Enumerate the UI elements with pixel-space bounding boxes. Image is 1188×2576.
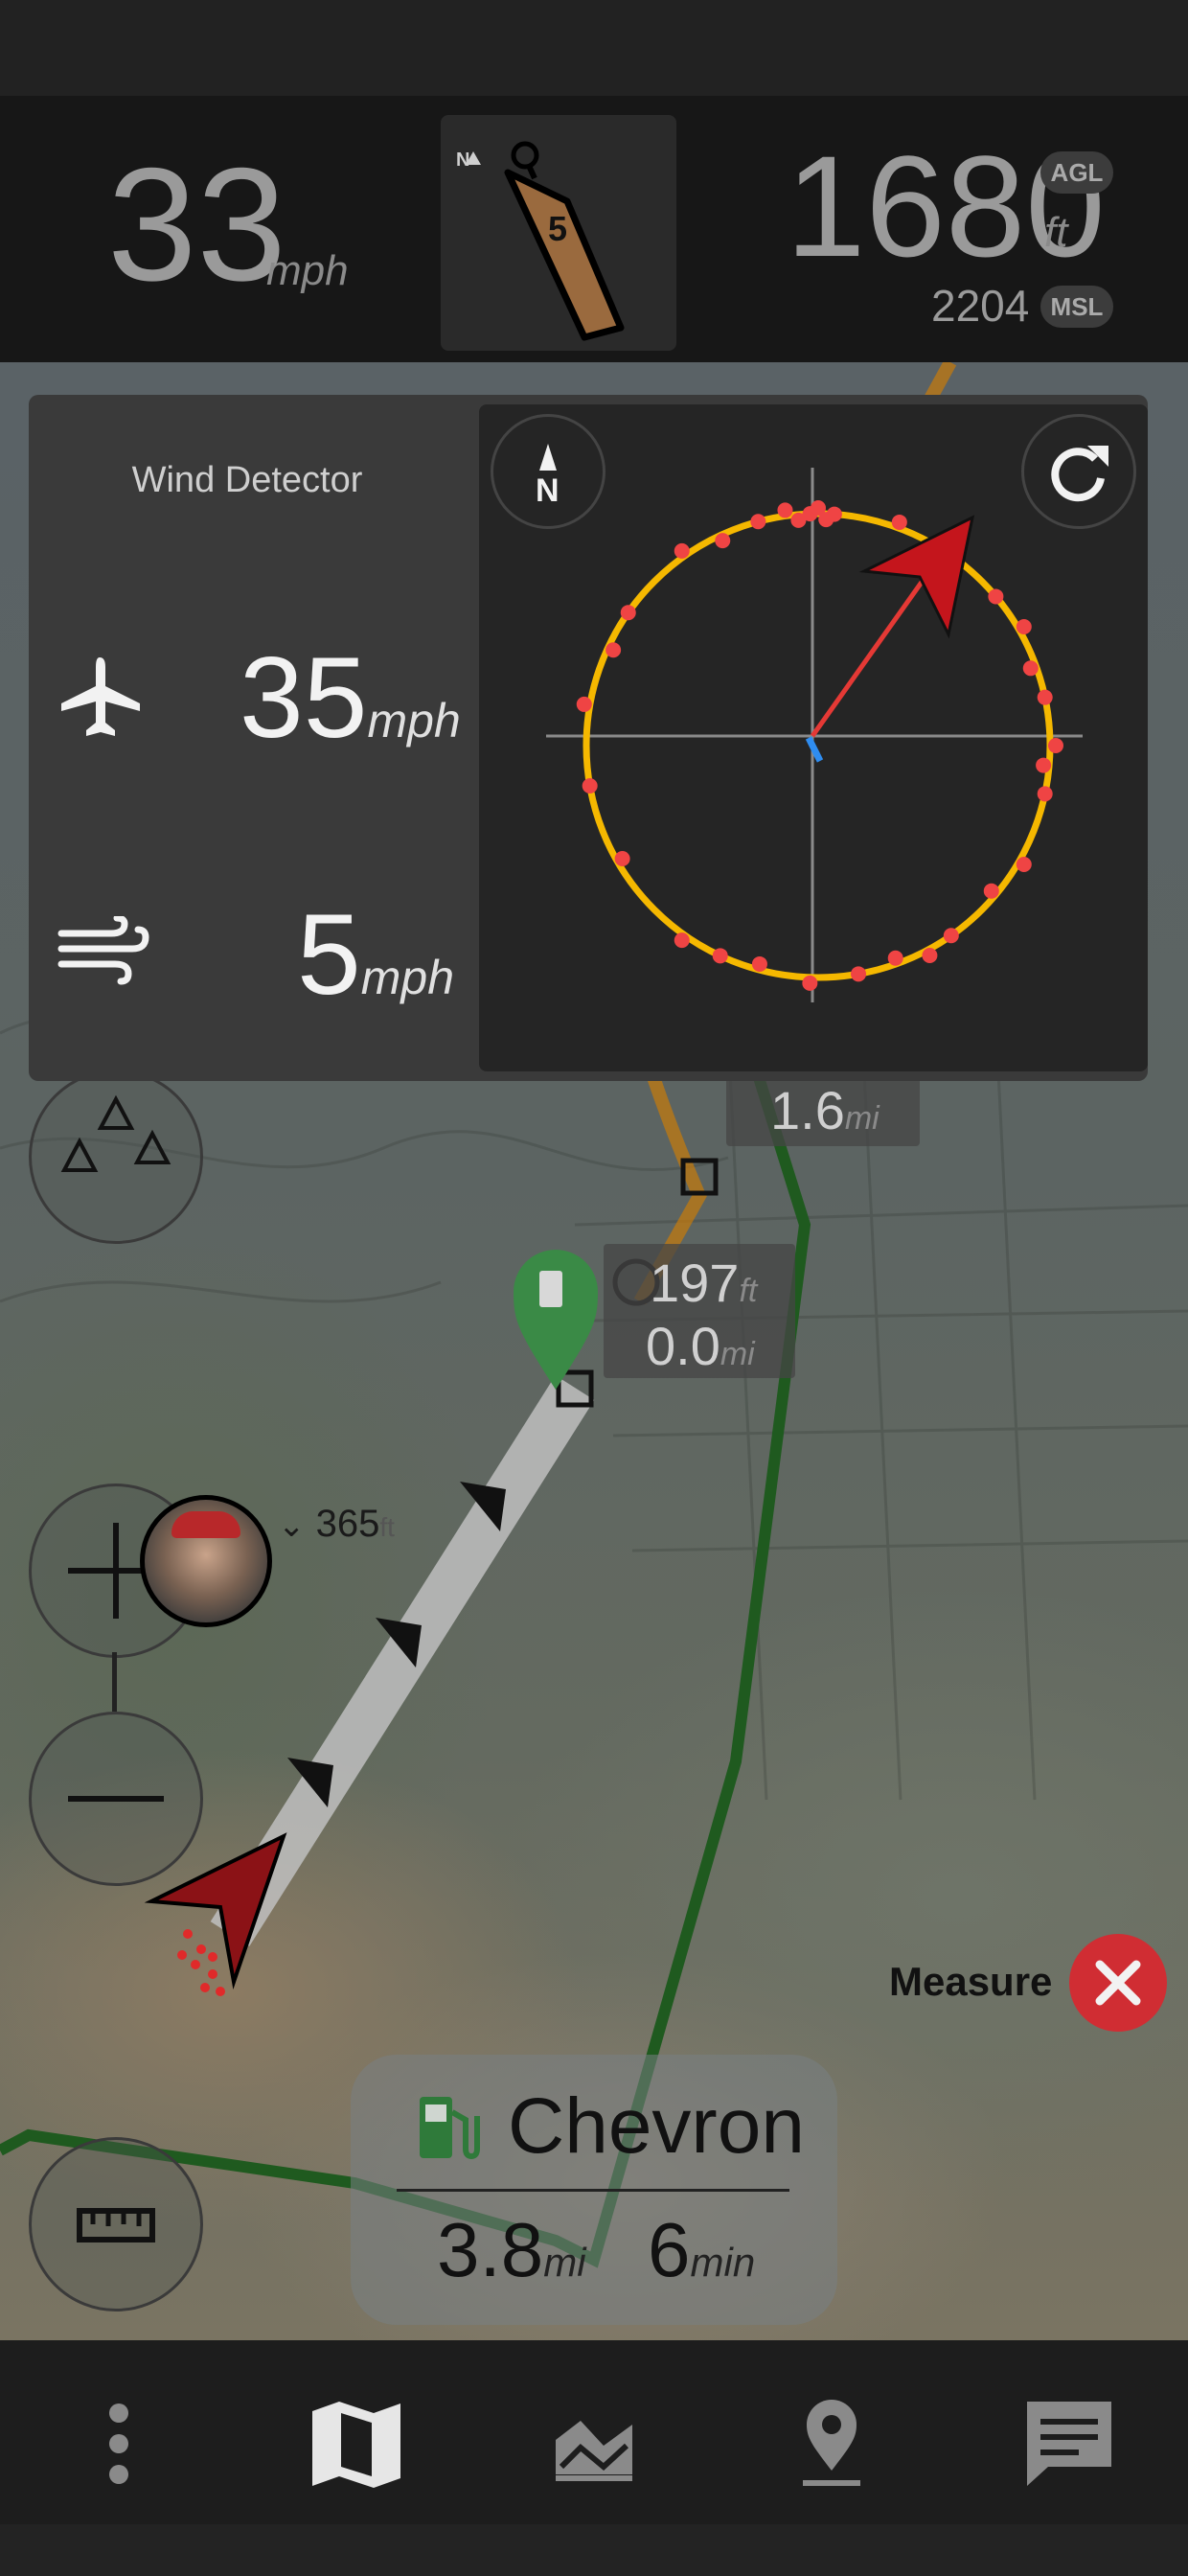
wind-sample-point [674, 542, 690, 559]
mountain-chart-icon [556, 2421, 632, 2481]
pilot-avatar[interactable] [140, 1495, 272, 1627]
wind-sample-point [1037, 689, 1053, 705]
nav-waypoints[interactable] [774, 2386, 889, 2501]
wind-sample-point [802, 975, 818, 991]
wind-sample-point [988, 588, 1004, 605]
wind-sample-point [582, 778, 598, 794]
measure-close-button[interactable] [1069, 1934, 1167, 2032]
altitude-msl-value: 2204 [931, 281, 1030, 331]
wind-sample-point [826, 506, 842, 522]
wind-sample-point [777, 502, 793, 518]
destination-time: 6 [648, 2207, 691, 2292]
fuel-icon [420, 2097, 480, 2160]
reset-wind-button[interactable] [1021, 414, 1136, 529]
wind-sample-point [922, 947, 938, 963]
wind-sample-point [1016, 619, 1032, 634]
nav-altitude-profile[interactable] [537, 2386, 651, 2501]
gesture-bar [0, 2524, 1188, 2576]
waypoint-alt: 197 [650, 1253, 740, 1313]
wind-sample-point [1036, 757, 1052, 773]
wind-sample-point [887, 950, 903, 966]
airspeed-value: 35 [240, 633, 368, 762]
windspeed-value: 5 [297, 890, 361, 1019]
waypoint-dist: 0.0 [646, 1316, 720, 1376]
thermals-icon [60, 1094, 171, 1172]
pilot-altitude: 365 [315, 1503, 380, 1545]
destination-distance: 3.8 [437, 2207, 544, 2292]
destination-time-unit: min [690, 2240, 756, 2285]
wind-sample-point [1016, 857, 1032, 872]
waypoint-alt-unit: ft [739, 1273, 758, 1309]
windspeed-unit: mph [360, 951, 455, 1004]
wind-sample-point [715, 533, 731, 549]
compass-north-button[interactable]: N [491, 414, 605, 529]
waypoint-label: 197ft 0.0mi [604, 1244, 795, 1378]
windsock-widget[interactable]: N 5 [441, 115, 676, 351]
wind-detector-title: Wind Detector [131, 460, 363, 500]
ground-speed-unit: mph [266, 247, 349, 294]
wind-sample-point [1022, 660, 1039, 677]
location-pin-icon [803, 2400, 860, 2486]
destination-divider [397, 2189, 789, 2192]
helmet-shape [171, 1511, 240, 1538]
refresh-icon [1051, 446, 1108, 502]
chevron-down-icon: ⌄ [278, 1507, 306, 1544]
altitude-unit: ft [1044, 209, 1068, 256]
waypoint-top-dist-unit: mi [844, 1100, 880, 1137]
thermals-button[interactable] [29, 1070, 203, 1244]
windspeed-readout: 5mph [297, 897, 469, 1012]
airspeed-readout: 35mph [240, 640, 461, 755]
wind-sample-point [712, 948, 728, 964]
wind-icon [57, 916, 149, 985]
map-icon [312, 2402, 400, 2488]
status-bar [0, 0, 1188, 96]
zoom-divider [112, 1652, 117, 1712]
destination-name: Chevron [508, 2082, 805, 2170]
agl-badge: AGL [1040, 151, 1113, 194]
wind-sample-point [620, 605, 636, 621]
wind-sample-point [943, 928, 959, 944]
measure-label: Measure [889, 1959, 1053, 2004]
more-vertical-icon [109, 2404, 128, 2484]
measure-tool-button[interactable] [29, 2137, 203, 2312]
airspeed-unit: mph [367, 694, 461, 748]
compass-north-label: N [536, 472, 560, 509]
wind-sample-point [1037, 786, 1053, 802]
pilot-altitude-label: ⌄ 365ft [278, 1503, 395, 1546]
ground-speed-value: 33 [107, 134, 286, 314]
wind-sample-point [983, 883, 999, 899]
wind-sample-point [891, 514, 907, 530]
wind-sample-point [605, 642, 622, 658]
wind-sample-point [751, 955, 767, 972]
wind-sample-point [750, 514, 766, 530]
wind-sample-point [674, 932, 690, 949]
wind-sample-point [614, 851, 630, 866]
destination-card[interactable]: Chevron 3.8mi 6min [351, 2055, 837, 2325]
msl-badge: MSL [1040, 286, 1113, 328]
wind-sample-point [851, 966, 867, 982]
wind-sample-point [1048, 738, 1063, 753]
windsock-value: 5 [548, 209, 568, 248]
wind-sample-point [576, 696, 592, 712]
chat-icon [1027, 2402, 1111, 2486]
airplane-icon [61, 657, 140, 736]
waypoint-top-dist: 1.6 [770, 1080, 845, 1140]
nav-chat[interactable] [1012, 2386, 1127, 2501]
wind-compass: N [479, 404, 1148, 1071]
windsock-north-label: N [456, 150, 470, 171]
minus-icon [68, 1796, 164, 1802]
zoom-out-button[interactable] [29, 1712, 203, 1886]
ruler-icon [77, 2208, 155, 2242]
destination-distance-unit: mi [543, 2240, 586, 2285]
waypoint-dist-unit: mi [720, 1336, 755, 1372]
nav-map[interactable] [299, 2386, 414, 2501]
nav-more[interactable] [61, 2386, 176, 2501]
pilot-altitude-unit: ft [379, 1512, 395, 1542]
close-icon [1095, 1960, 1141, 2006]
